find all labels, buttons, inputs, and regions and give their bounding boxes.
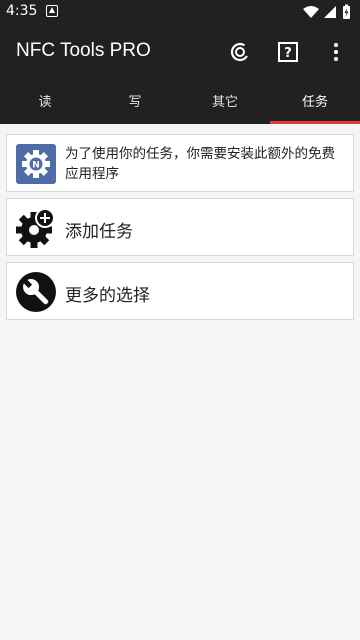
tab-bar: 读 写 其它 任务 (0, 80, 360, 124)
wrench-icon (16, 272, 56, 312)
add-gear-icon (16, 208, 55, 248)
tab-read[interactable]: 读 (0, 80, 90, 124)
more-vert-icon[interactable] (324, 40, 348, 64)
active-tab-indicator (270, 121, 360, 124)
add-task-label: 添加任务 (65, 222, 133, 242)
add-task-card[interactable]: 添加任务 (6, 198, 354, 256)
tab-tasks[interactable]: 任务 (270, 80, 360, 124)
help-icon[interactable]: ? (276, 40, 300, 64)
signal-icon (324, 6, 336, 18)
app-title: NFC Tools PRO (16, 40, 151, 61)
status-time: 4:35 (6, 3, 38, 19)
wifi-icon (303, 6, 319, 18)
tab-write[interactable]: 写 (90, 80, 180, 124)
more-options-card[interactable]: 更多的选择 (6, 262, 354, 320)
status-bar: 4:35 (0, 0, 360, 24)
system-status-icons (303, 4, 350, 19)
svg-text:?: ? (284, 46, 292, 61)
tab-other[interactable]: 其它 (180, 80, 270, 124)
sync-icon[interactable] (228, 40, 252, 64)
install-app-card[interactable]: N 为了使用你的任务，你需要安装此额外的免费应用程序 (6, 134, 354, 192)
install-app-text: 为了使用你的任务，你需要安装此额外的免费应用程序 (65, 146, 335, 182)
notification-icon (46, 5, 58, 17)
nfc-tasks-app-icon: N (16, 144, 56, 184)
more-options-label: 更多的选择 (65, 286, 150, 306)
app-bar: NFC Tools PRO ? (0, 24, 360, 80)
svg-text:N: N (32, 161, 40, 171)
